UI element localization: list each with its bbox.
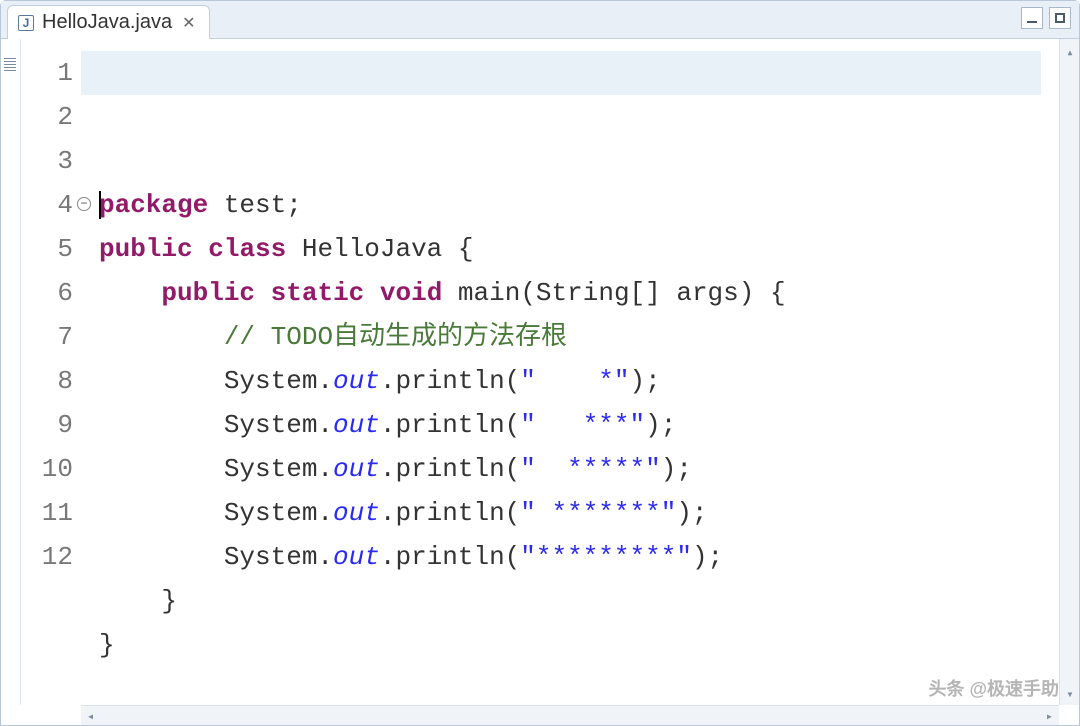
code-token: " ***" [520,410,645,440]
tab-filename: HelloJava.java [42,11,172,34]
code-token [255,278,271,308]
vertical-scrollbar[interactable]: ▴ ▾ [1059,39,1079,705]
code-area[interactable]: package test;public class HelloJava { pu… [81,39,1059,705]
code-token: ); [630,366,661,396]
horizontal-scrollbar[interactable]: ◂ ▸ [81,705,1059,725]
code-token: out [333,410,380,440]
editor-area[interactable]: 1234−56789101112 package test;public cla… [1,39,1079,705]
line-number: 10 [21,447,81,491]
watermark-text: 头条 @极速手助 [928,675,1059,701]
code-token [193,234,209,264]
code-token: void [380,278,442,308]
code-token: class [208,234,286,264]
code-token: " *****" [520,454,660,484]
line-number: 4− [21,183,81,227]
code-token: System. [99,454,333,484]
current-line-highlight [81,51,1041,95]
code-line[interactable]: System.out.println(" ***"); [99,403,1059,447]
code-token: ); [661,454,692,484]
code-token: .println( [380,542,520,572]
code-token: HelloJava { [286,234,473,264]
code-line[interactable]: } [99,623,1059,667]
scroll-down-icon[interactable]: ▾ [1064,687,1076,699]
line-number: 5 [21,227,81,271]
scroll-right-icon[interactable]: ▸ [1046,709,1053,724]
code-token: } [99,630,115,660]
line-number-gutter: 1234−56789101112 [21,39,81,705]
ruler-mark-icon [4,57,16,71]
tab-hellojava[interactable]: J HelloJava.java ✕ [7,5,210,39]
code-token: public [99,234,193,264]
code-token: ); [645,410,676,440]
line-number: 1 [21,51,81,95]
code-token: static [271,278,365,308]
line-number: 11 [21,491,81,535]
line-number: 6 [21,271,81,315]
code-token: " *" [520,366,629,396]
code-token: out [333,454,380,484]
line-number: 12 [21,535,81,579]
code-token: .println( [380,366,520,396]
code-token: "*********" [520,542,692,572]
code-token [364,278,380,308]
code-token [99,278,161,308]
window-controls [1021,7,1071,29]
code-token: " *******" [520,498,676,528]
tab-bar: J HelloJava.java ✕ [1,1,1079,39]
scroll-up-icon[interactable]: ▴ [1064,45,1076,57]
code-token: .println( [380,454,520,484]
scroll-left-icon[interactable]: ◂ [87,709,94,724]
code-token: ); [692,542,723,572]
minimize-button[interactable] [1021,7,1043,29]
code-line[interactable]: // TODO自动生成的方法存根 [99,315,1059,359]
code-token: System. [99,366,333,396]
code-token: public [161,278,255,308]
code-token: out [333,542,380,572]
code-line[interactable]: System.out.println(" *****"); [99,447,1059,491]
code-line[interactable]: System.out.println("*********"); [99,535,1059,579]
code-token: ); [676,498,707,528]
code-token: // [224,322,271,352]
code-token: test; [208,190,302,220]
line-number: 3 [21,139,81,183]
java-file-icon: J [18,15,34,31]
code-line[interactable]: package test; [99,183,1059,227]
line-number: 8 [21,359,81,403]
code-token: .println( [380,410,520,440]
code-token: System. [99,542,333,572]
code-token: main(String[] args) { [442,278,785,308]
code-line[interactable]: } [99,579,1059,623]
code-token: } [99,586,177,616]
code-token: out [333,366,380,396]
code-line[interactable]: System.out.println(" *"); [99,359,1059,403]
code-token [99,322,224,352]
line-number: 7 [21,315,81,359]
code-token: package [99,190,208,220]
code-line[interactable]: public static void main(String[] args) { [99,271,1059,315]
code-token: System. [99,410,333,440]
line-number: 2 [21,95,81,139]
code-line[interactable]: public class HelloJava { [99,227,1059,271]
code-token: System. [99,498,333,528]
code-line[interactable]: System.out.println(" *******"); [99,491,1059,535]
left-ruler [1,39,21,705]
close-tab-icon[interactable]: ✕ [180,13,197,33]
line-number: 9 [21,403,81,447]
editor-window: J HelloJava.java ✕ 1234−56789101112 pack… [0,0,1080,726]
code-token: out [333,498,380,528]
code-token: .println( [380,498,520,528]
code-token: TODO自动生成的方法存根 [271,322,567,352]
maximize-button[interactable] [1049,7,1071,29]
